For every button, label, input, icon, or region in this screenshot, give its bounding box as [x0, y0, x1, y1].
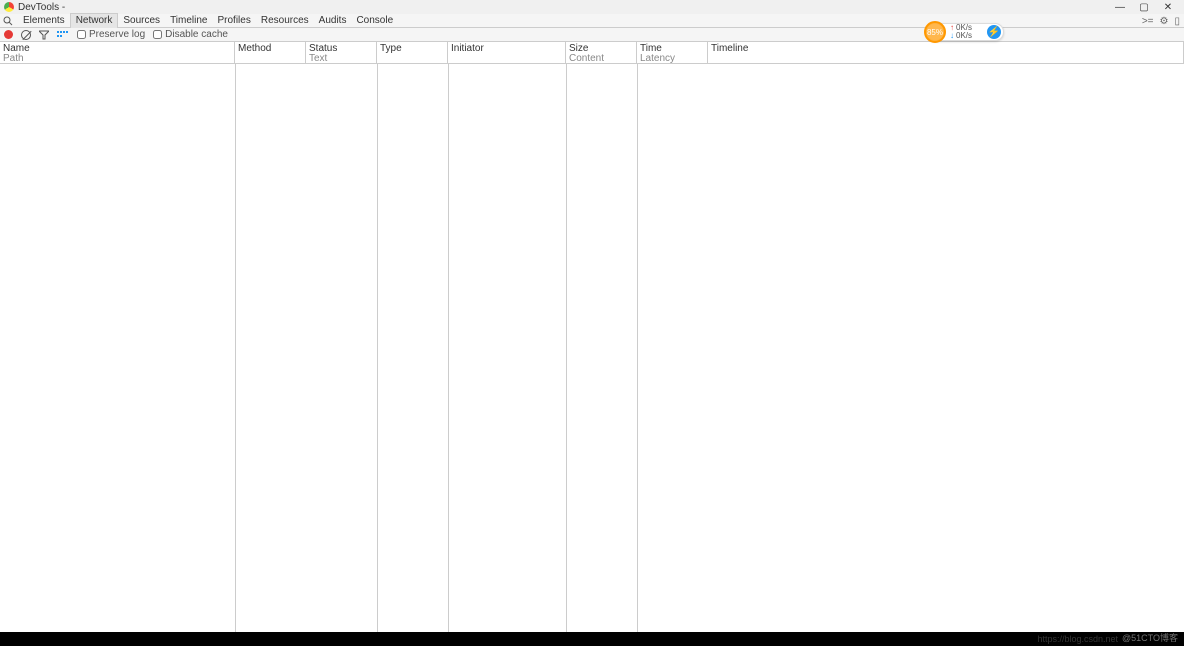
tab-resources[interactable]: Resources: [256, 14, 314, 28]
accel-icon[interactable]: ⚡: [987, 25, 1001, 39]
disable-cache-checkbox[interactable]: Disable cache: [153, 29, 228, 40]
clear-icon[interactable]: [21, 30, 31, 40]
tab-profiles[interactable]: Profiles: [212, 14, 255, 28]
drawer-toggle-icon[interactable]: >=: [1142, 16, 1154, 27]
network-table-body: [0, 64, 1184, 632]
tab-network[interactable]: Network: [70, 13, 119, 28]
filter-icon[interactable]: [39, 30, 49, 40]
speed-widget[interactable]: 85% 0K/s 0K/s ⚡: [926, 23, 1004, 41]
settings-icon[interactable]: ⚙: [1160, 16, 1169, 27]
speed-rates: 0K/s 0K/s: [950, 24, 972, 40]
col-header-size[interactable]: SizeContent: [566, 42, 637, 63]
record-icon[interactable]: [4, 30, 13, 39]
network-table-header: NamePath Method StatusText Type Initiato…: [0, 42, 1184, 64]
speed-percent-badge: 85%: [924, 21, 946, 43]
app-icon: [4, 2, 14, 12]
watermark-2: https://blog.csdn.net: [1037, 634, 1118, 644]
window-titlebar: DevTools - — ▢ ✕: [0, 0, 1184, 14]
col-header-name[interactable]: NamePath: [0, 42, 235, 63]
disable-cache-label: Disable cache: [165, 29, 228, 40]
tab-elements[interactable]: Elements: [18, 14, 70, 28]
col-header-status[interactable]: StatusText: [306, 42, 377, 63]
panel-tabs: Elements Network Sources Timeline Profil…: [0, 14, 1184, 28]
tab-sources[interactable]: Sources: [118, 14, 165, 28]
col-header-initiator[interactable]: Initiator: [448, 42, 566, 63]
minimize-button[interactable]: —: [1108, 0, 1132, 14]
col-header-timeline[interactable]: Timeline: [708, 42, 1184, 63]
network-toolbar: Preserve log Disable cache: [0, 28, 1184, 42]
col-header-time[interactable]: TimeLatency: [637, 42, 708, 63]
tab-console[interactable]: Console: [351, 14, 398, 28]
taskbar: https://blog.csdn.net @51CTO博客: [0, 632, 1184, 646]
view-toggle-icon[interactable]: [57, 31, 69, 39]
preserve-log-checkbox[interactable]: Preserve log: [77, 29, 145, 40]
window-title: DevTools -: [18, 2, 65, 13]
close-button[interactable]: ✕: [1156, 0, 1180, 14]
dock-icon[interactable]: ▯: [1174, 16, 1180, 27]
search-icon[interactable]: [2, 15, 14, 27]
download-rate: 0K/s: [950, 32, 972, 40]
tab-timeline[interactable]: Timeline: [165, 14, 212, 28]
col-header-type[interactable]: Type: [377, 42, 448, 63]
maximize-button[interactable]: ▢: [1132, 0, 1156, 14]
watermark: @51CTO博客: [1122, 631, 1178, 644]
preserve-log-label: Preserve log: [89, 29, 145, 40]
col-header-method[interactable]: Method: [235, 42, 306, 63]
tab-audits[interactable]: Audits: [314, 14, 352, 28]
